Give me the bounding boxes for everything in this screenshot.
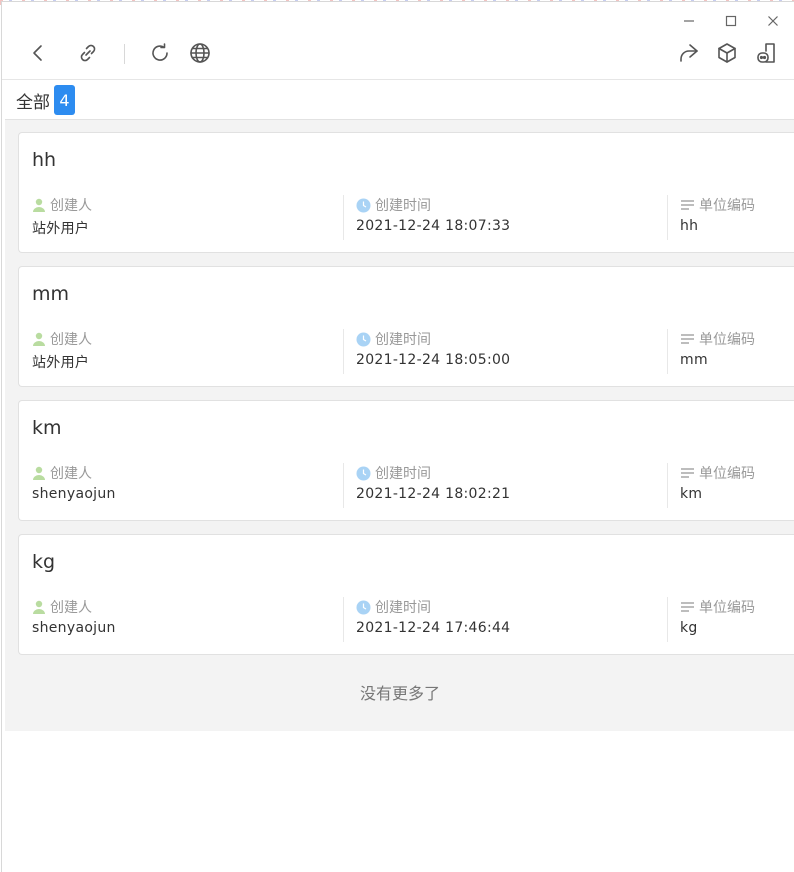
created-time-value: 2021-12-24 18:02:21 <box>356 486 511 502</box>
share-icon <box>680 44 698 62</box>
close-icon <box>768 16 778 26</box>
window-controls <box>668 8 794 34</box>
cube-icon <box>718 43 736 63</box>
record-card[interactable]: km 创建人 shenyaojun 创建时间 2021-12-24 18:02:… <box>18 400 794 521</box>
record-card[interactable]: kg 创建人 shenyaojun 创建时间 2021-12-24 17:46:… <box>18 534 794 655</box>
created-time-label: 创建时间 <box>375 198 431 214</box>
unit-code-field: 单位编码 hh <box>680 195 755 245</box>
clock-icon <box>356 332 371 347</box>
unit-code-label: 单位编码 <box>699 600 755 616</box>
record-card[interactable]: mm 创建人 站外用户 创建时间 2021-12-24 18:05:00 单位编… <box>18 266 794 387</box>
record-title: km <box>32 417 62 439</box>
field-divider <box>343 329 344 374</box>
minimize-icon <box>684 20 694 22</box>
creator-field: 创建人 站外用户 <box>32 329 92 379</box>
globe-button[interactable] <box>185 38 215 68</box>
record-title: mm <box>32 283 70 305</box>
toolbar-separator <box>2 79 794 80</box>
refresh-icon <box>152 43 168 61</box>
unit-code-label: 单位编码 <box>699 332 755 348</box>
tab-all[interactable]: 全部 <box>16 88 50 113</box>
record-card[interactable]: hh 创建人 站外用户 创建时间 2021-12-24 18:07:33 单位编… <box>18 132 794 253</box>
record-title: kg <box>32 551 56 573</box>
bot-icon <box>757 43 775 63</box>
filter-tabs: 全部 4 <box>16 84 75 116</box>
field-divider <box>667 463 668 508</box>
field-divider <box>667 597 668 642</box>
record-title: hh <box>32 149 57 171</box>
back-icon <box>33 45 42 61</box>
created-time-field: 创建时间 2021-12-24 18:02:21 <box>356 463 510 513</box>
creator-field: 创建人 站外用户 <box>32 195 92 245</box>
link-button[interactable] <box>73 38 103 68</box>
creator-label: 创建人 <box>50 600 92 616</box>
cube-button[interactable] <box>712 38 742 68</box>
created-time-label: 创建时间 <box>375 600 431 616</box>
user-icon <box>32 332 46 346</box>
unit-code-field: 单位编码 kg <box>680 597 755 647</box>
list-icon <box>680 467 695 479</box>
unit-code-label: 单位编码 <box>699 466 755 482</box>
toolbar-divider <box>124 44 125 64</box>
user-icon <box>32 198 46 212</box>
creator-value: 站外用户 <box>32 355 90 371</box>
maximize-icon <box>725 15 737 27</box>
created-time-field: 创建时间 2021-12-24 18:05:00 <box>356 329 510 379</box>
link-icon <box>80 44 96 62</box>
created-time-label: 创建时间 <box>375 466 431 482</box>
unit-code-value: kg <box>680 620 698 636</box>
back-button[interactable] <box>23 38 53 68</box>
bot-button[interactable] <box>751 38 781 68</box>
field-divider <box>343 463 344 508</box>
minimize-button[interactable] <box>668 8 710 34</box>
user-icon <box>32 600 46 614</box>
record-list: hh 创建人 站外用户 创建时间 2021-12-24 18:07:33 单位编… <box>5 119 794 731</box>
app-window: 全部 4 hh 创建人 站外用户 创建时间 2021-12-24 18:07:3… <box>1 1 794 872</box>
list-icon <box>680 199 695 211</box>
share-button[interactable] <box>673 38 703 68</box>
list-icon <box>680 333 695 345</box>
created-time-field: 创建时间 2021-12-24 18:07:33 <box>356 195 510 245</box>
creator-field: 创建人 shenyaojun <box>32 597 116 647</box>
clock-icon <box>356 466 371 481</box>
creator-value: shenyaojun <box>32 486 116 502</box>
user-icon <box>32 466 46 480</box>
maximize-button[interactable] <box>710 8 752 34</box>
close-button[interactable] <box>752 8 794 34</box>
created-time-value: 2021-12-24 18:07:33 <box>356 218 511 234</box>
created-time-value: 2021-12-24 17:46:44 <box>356 620 511 636</box>
unit-code-field: 单位编码 km <box>680 463 755 513</box>
created-time-value: 2021-12-24 18:05:00 <box>356 352 511 368</box>
creator-label: 创建人 <box>50 466 92 482</box>
no-more-text: 没有更多了 <box>359 684 440 703</box>
created-time-label: 创建时间 <box>375 332 431 348</box>
refresh-button[interactable] <box>145 38 175 68</box>
list-icon <box>680 601 695 613</box>
tab-all-count-badge: 4 <box>54 85 75 115</box>
toolbar <box>2 34 794 78</box>
unit-code-value: km <box>680 486 703 502</box>
creator-field: 创建人 shenyaojun <box>32 463 116 513</box>
creator-label: 创建人 <box>50 332 92 348</box>
creator-label: 创建人 <box>50 198 92 214</box>
field-divider <box>343 597 344 642</box>
unit-code-field: 单位编码 mm <box>680 329 755 379</box>
unit-code-value: hh <box>680 218 699 234</box>
creator-value: 站外用户 <box>32 221 90 237</box>
unit-code-value: mm <box>680 352 708 368</box>
field-divider <box>667 329 668 374</box>
unit-code-label: 单位编码 <box>699 198 755 214</box>
clock-icon <box>356 600 371 615</box>
globe-icon <box>190 43 210 63</box>
created-time-field: 创建时间 2021-12-24 17:46:44 <box>356 597 510 647</box>
field-divider <box>343 195 344 240</box>
field-divider <box>667 195 668 240</box>
creator-value: shenyaojun <box>32 620 116 636</box>
clock-icon <box>356 198 371 213</box>
